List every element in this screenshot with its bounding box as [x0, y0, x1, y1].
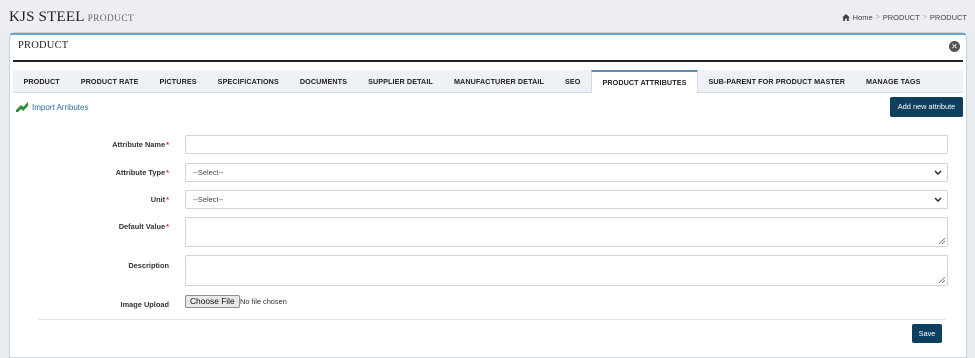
attribute-type-label-text: Attribute Type — [115, 168, 166, 177]
attribute-name-input[interactable] — [185, 135, 948, 154]
breadcrumb-product[interactable]: PRODUCT — [883, 13, 920, 22]
panel-title: PRODUCT — [18, 40, 69, 51]
attribute-name-label: Attribute Name* — [10, 140, 169, 149]
tab-pictures[interactable]: PICTURES — [149, 70, 207, 92]
breadcrumb: Home > PRODUCT > PRODUCT — [841, 13, 967, 22]
brand-subtitle: PRODUCT — [87, 14, 135, 24]
description-label-text: Description — [128, 261, 169, 270]
description-label: Description — [10, 261, 169, 270]
tab-manage-tags[interactable]: MANAGE TAGS — [856, 70, 931, 92]
breadcrumb-current: PRODUCT — [929, 13, 967, 22]
tab-manufacturer-detail[interactable]: MANUFACTURER DETAIL — [443, 70, 554, 92]
file-status: No file chosen — [240, 297, 287, 306]
tab-product-rate[interactable]: PRODUCT RATE — [70, 70, 149, 92]
unit-label-text: Unit — [150, 195, 166, 204]
tab-supplier-detail[interactable]: SUPPLIER DETAIL — [358, 70, 444, 92]
tab-product[interactable]: PRODUCT — [13, 70, 70, 92]
default-value-label-text: Default Value — [118, 222, 166, 231]
required-mark: * — [166, 140, 169, 149]
tab-bar: PRODUCT PRODUCT RATE PICTURES SPECIFICAT… — [13, 70, 963, 93]
image-upload-label: Image Upload — [10, 300, 169, 309]
excel-import-icon — [16, 102, 28, 112]
panel-accent — [10, 33, 966, 35]
attribute-type-select[interactable]: --Select-- — [185, 163, 948, 182]
required-mark: * — [166, 222, 169, 231]
tab-product-attributes[interactable]: PRODUCT ATTRIBUTES — [590, 70, 698, 93]
required-mark: * — [166, 195, 169, 204]
breadcrumb-home[interactable]: Home — [853, 13, 873, 22]
unit-label: Unit* — [10, 195, 169, 204]
import-attributes-label: Import Arributes — [32, 102, 89, 112]
tab-seo[interactable]: SEO — [554, 70, 590, 92]
attribute-type-selected: --Select-- — [193, 168, 224, 177]
resize-grip-icon[interactable] — [939, 277, 945, 283]
product-panel: PRODUCT ✕ PRODUCT PRODUCT RATE PICTURES … — [9, 32, 967, 358]
add-new-attribute-button[interactable]: Add new attribute — [890, 97, 963, 117]
app-brand: KJS STEEL PRODUCT — [9, 9, 134, 26]
image-upload-label-text: Image Upload — [120, 300, 169, 309]
description-textarea[interactable] — [185, 255, 948, 286]
choose-file-button[interactable]: Choose File — [185, 295, 240, 308]
top-bar: KJS STEEL PRODUCT Home > PRODUCT > PRODUC… — [0, 0, 975, 33]
tab-specifications[interactable]: SPECIFICATIONS — [207, 70, 289, 92]
attribute-name-label-text: Attribute Name — [112, 140, 166, 149]
required-mark: * — [166, 168, 169, 177]
brand-name: KJS STEEL — [9, 9, 85, 25]
save-button[interactable]: Save — [912, 324, 942, 343]
home-icon — [841, 14, 850, 21]
import-attributes-link[interactable]: Import Arributes — [16, 102, 88, 112]
breadcrumb-separator: > — [875, 14, 880, 21]
unit-selected: --Select-- — [193, 195, 224, 204]
chevron-down-icon — [934, 170, 942, 175]
unit-select[interactable]: --Select-- — [185, 190, 948, 209]
title-divider — [13, 60, 963, 62]
tab-sub-parent[interactable]: SUB-PARENT FOR PRODUCT MASTER — [698, 70, 856, 92]
close-icon[interactable]: ✕ — [949, 41, 960, 52]
resize-grip-icon[interactable] — [939, 238, 945, 244]
default-value-label: Default Value* — [10, 222, 169, 231]
attribute-type-label: Attribute Type* — [10, 168, 169, 177]
form-divider — [38, 319, 946, 320]
chevron-down-icon — [934, 197, 942, 202]
tab-documents[interactable]: DOCUMENTS — [289, 70, 357, 92]
breadcrumb-separator: > — [922, 14, 927, 21]
default-value-textarea[interactable] — [185, 217, 948, 247]
